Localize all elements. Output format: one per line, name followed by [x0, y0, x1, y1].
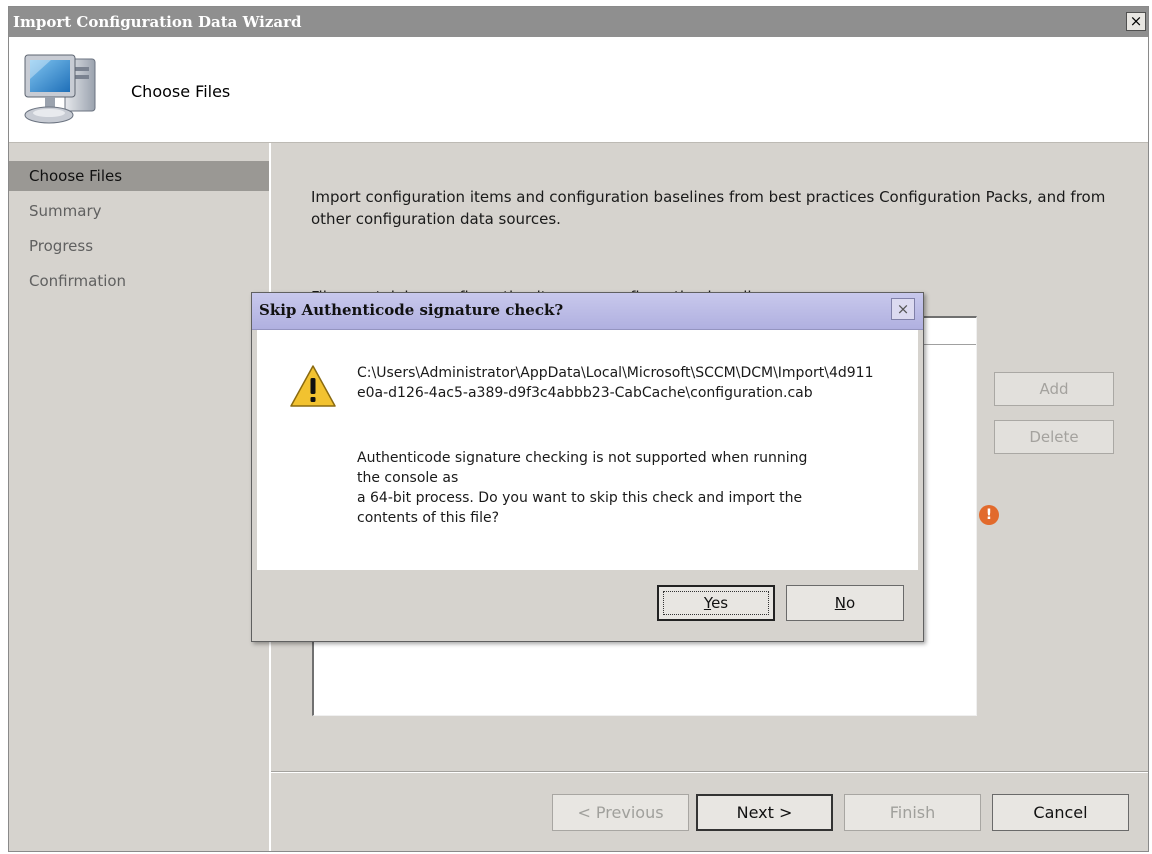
finish-button[interactable]: Finish — [844, 794, 981, 831]
add-button[interactable]: Add — [994, 372, 1114, 406]
file-path: C:\Users\Administrator\AppData\Local\Mic… — [357, 365, 874, 401]
footer-divider — [271, 771, 1148, 773]
no-label: o — [846, 594, 856, 612]
close-icon[interactable]: × — [891, 298, 915, 320]
message-line: a 64-bit process. Do you want to skip th… — [357, 490, 803, 506]
skip-signature-dialog: Skip Authenticode signature check? × C:\… — [251, 292, 924, 642]
cancel-button[interactable]: Cancel — [992, 794, 1129, 831]
delete-button[interactable]: Delete — [994, 420, 1114, 454]
page-title: Choose Files — [131, 82, 231, 101]
message-line: the console as — [357, 470, 459, 486]
intro-text: Import configuration items and configura… — [311, 188, 1106, 228]
dialog-titlebar[interactable]: Skip Authenticode signature check? × — [252, 293, 923, 330]
dialog-body: C:\Users\Administrator\AppData\Local\Mic… — [257, 330, 918, 570]
previous-button[interactable]: < Previous — [552, 794, 689, 831]
wizard-header: Choose Files — [9, 37, 1148, 143]
message-line: Authenticode signature checking is not s… — [357, 450, 808, 466]
message-line: contents of this file? — [357, 510, 500, 526]
close-icon[interactable]: × — [1126, 12, 1146, 31]
warning-icon — [290, 365, 336, 407]
next-button[interactable]: Next > — [696, 794, 833, 831]
wizard-titlebar[interactable]: Import Configuration Data Wizard × — [9, 7, 1148, 37]
focus-rect — [663, 591, 769, 615]
step-choose-files: Choose Files — [9, 161, 269, 191]
wizard-title: Import Configuration Data Wizard — [13, 13, 302, 31]
step-confirmation: Confirmation — [29, 272, 127, 290]
dialog-message: Authenticode signature checking is not s… — [357, 448, 867, 528]
yes-button[interactable]: Yes — [657, 585, 775, 621]
dialog-title: Skip Authenticode signature check? — [259, 301, 564, 319]
wizard-steps: Choose Files Summary Progress Confirmati… — [9, 143, 271, 851]
step-progress: Progress — [29, 237, 94, 255]
no-button[interactable]: No — [786, 585, 904, 621]
error-icon: ! — [979, 505, 999, 525]
step-summary: Summary — [29, 202, 102, 220]
computer-icon — [24, 54, 96, 124]
no-mnemonic: N — [834, 594, 847, 612]
